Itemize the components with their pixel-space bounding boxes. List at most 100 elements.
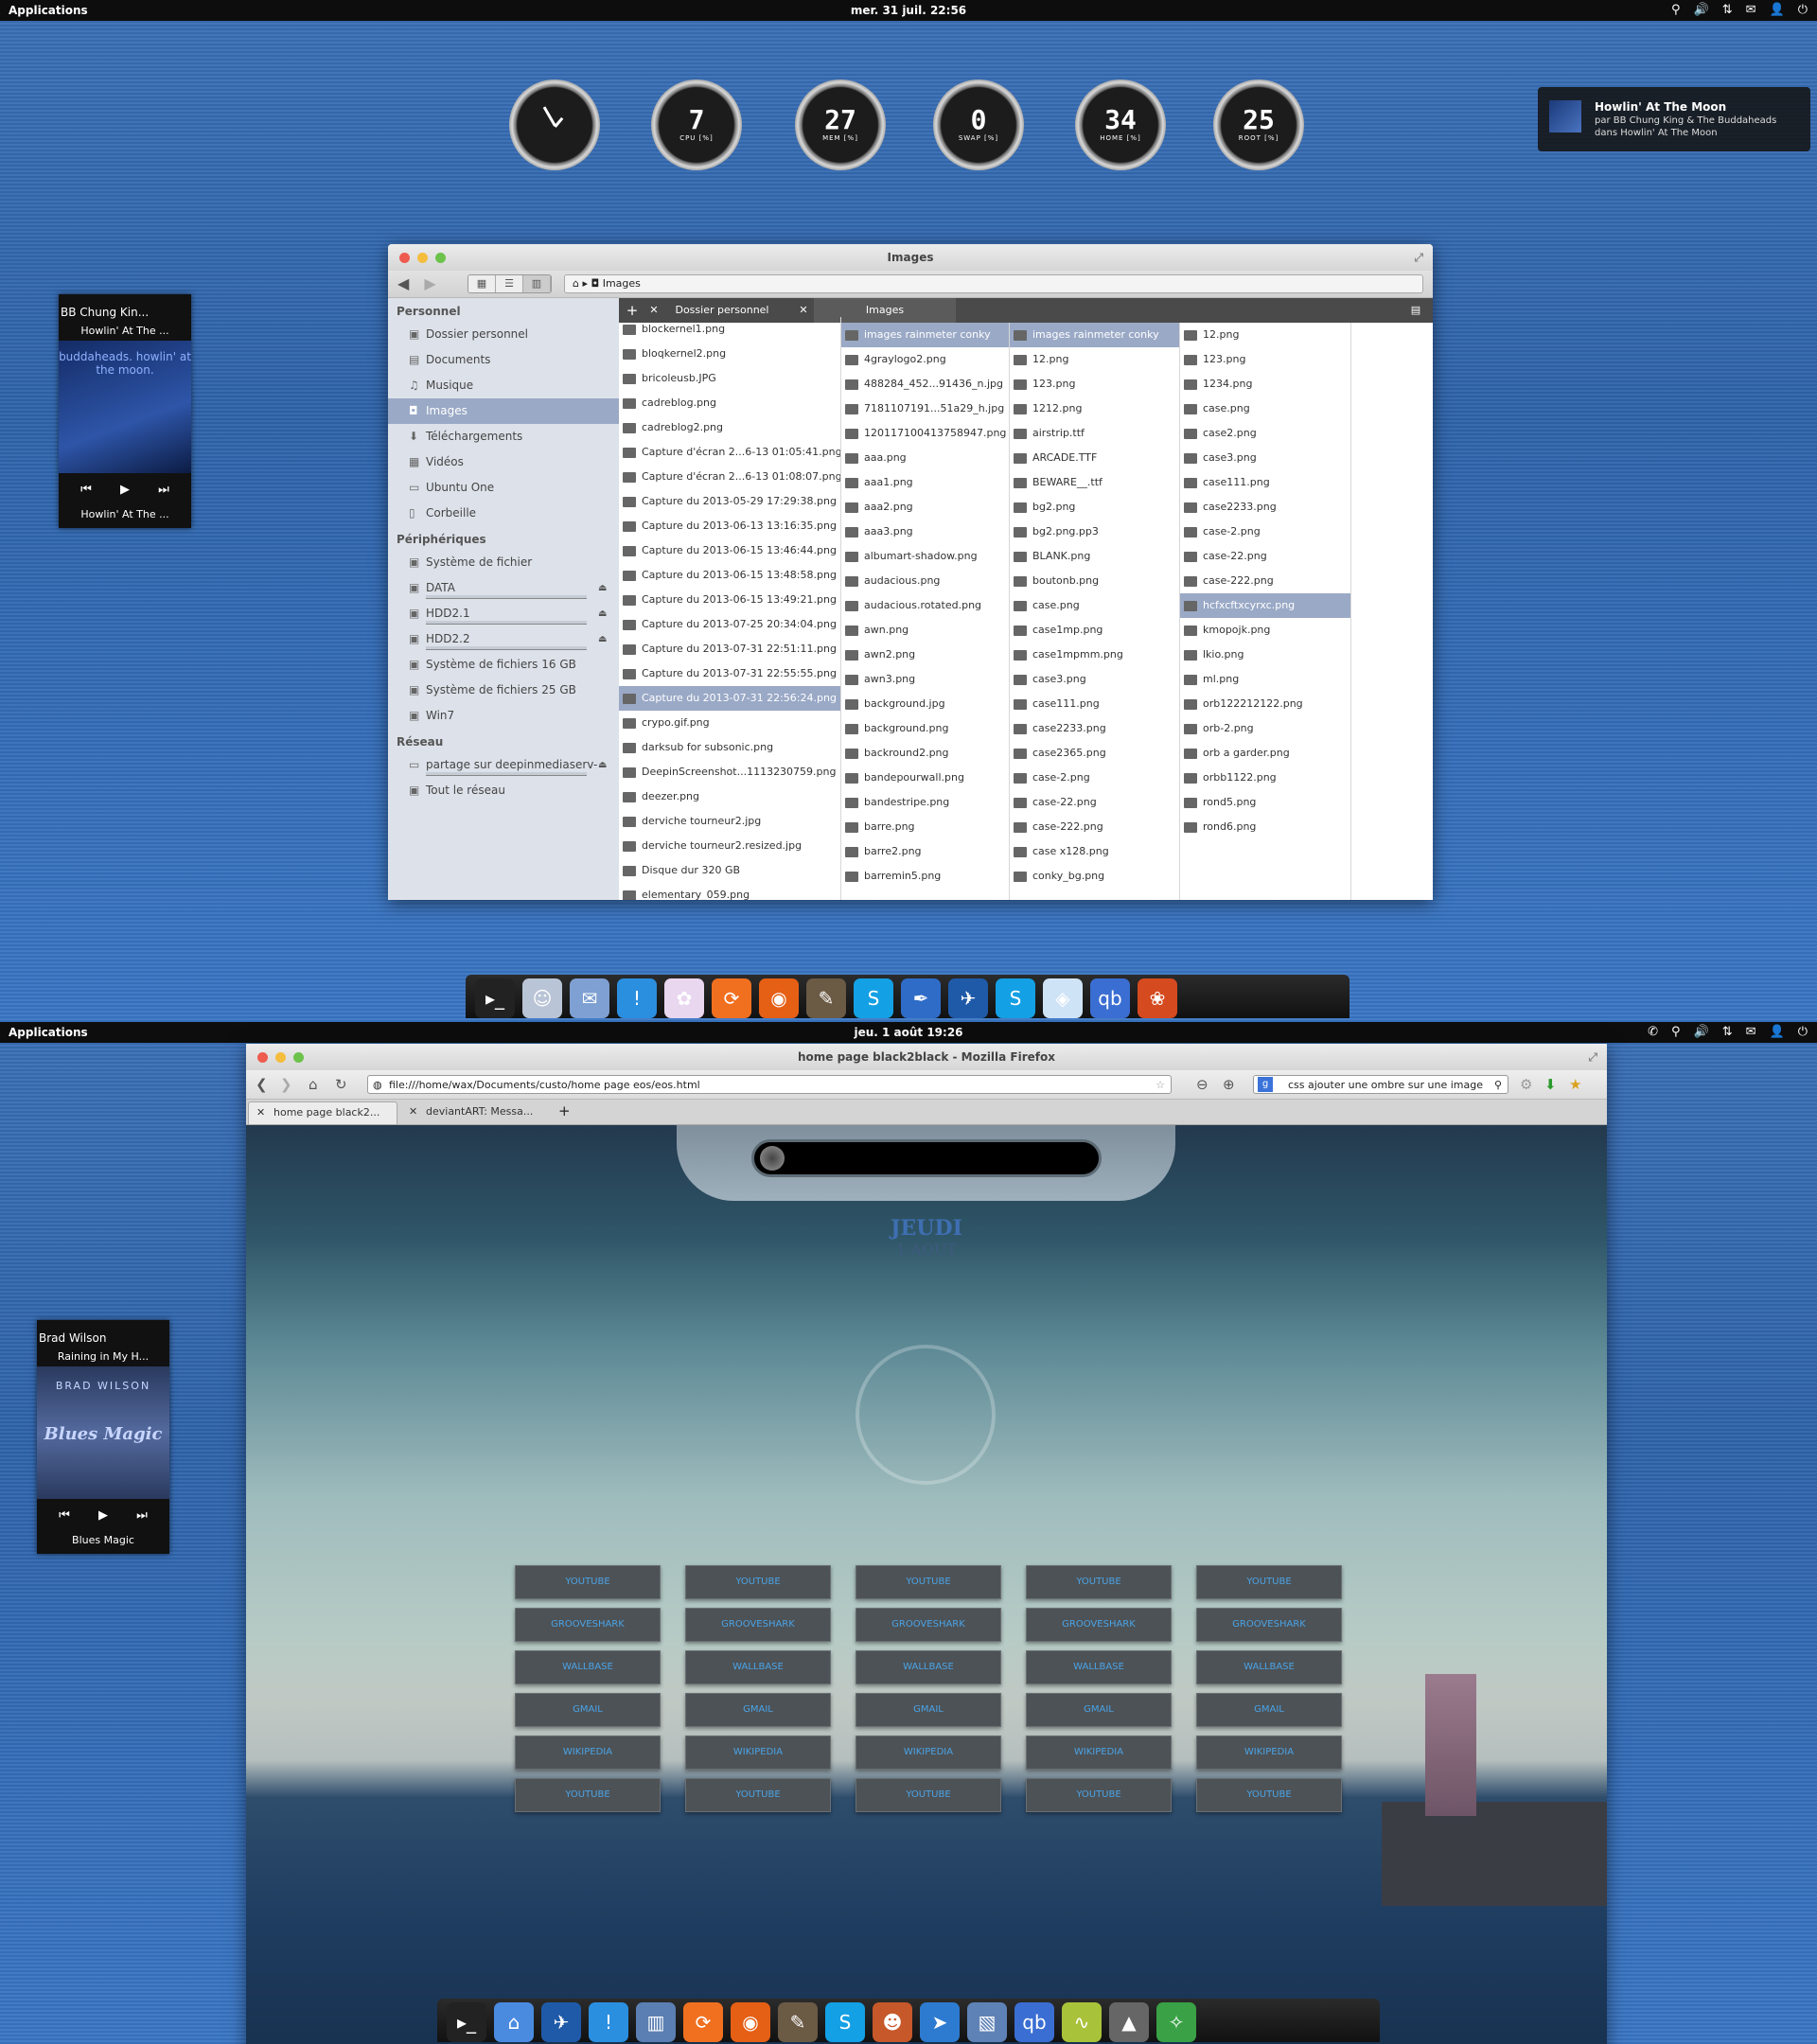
- link-button-gmail[interactable]: GMAIL: [685, 1693, 831, 1727]
- file-row[interactable]: case2.png: [1180, 421, 1350, 446]
- file-row[interactable]: Disque dur 320 GB: [619, 858, 840, 883]
- file-row[interactable]: ARCADE.TTF: [1010, 446, 1179, 470]
- chat-icon[interactable]: ✆: [1648, 1022, 1658, 1043]
- link-button-youtube[interactable]: YOUTUBE: [515, 1565, 661, 1599]
- file-row[interactable]: 123.png: [1180, 347, 1350, 372]
- tab-home-page[interactable]: ✕ home page black2...: [248, 1101, 397, 1124]
- back-icon[interactable]: ❮: [256, 1076, 268, 1093]
- sidebar-item-hdd2-2[interactable]: ▣ HDD2.2 ⏏: [388, 626, 619, 652]
- file-row[interactable]: audacious.png: [841, 569, 1009, 593]
- minimize-button[interactable]: [275, 1052, 286, 1063]
- file-row[interactable]: background.jpg: [841, 692, 1009, 716]
- file-row[interactable]: rond6.png: [1180, 815, 1350, 839]
- file-row[interactable]: Capture du 2013-06-15 13:48:58.png: [619, 563, 840, 588]
- tab-deviantart[interactable]: ✕ deviantART: Messa...: [401, 1101, 543, 1124]
- file-row[interactable]: Capture d'écran 2...6-13 01:08:07.png: [619, 465, 840, 489]
- file-row[interactable]: case x128.png: [1010, 839, 1179, 864]
- close-tab-icon[interactable]: ✕: [409, 1101, 417, 1122]
- link-button-youtube[interactable]: YOUTUBE: [685, 1565, 831, 1599]
- mail-icon[interactable]: ✉: [1746, 1022, 1756, 1043]
- file-row[interactable]: rond5.png: [1180, 790, 1350, 815]
- file-row[interactable]: case1mpmm.png: [1010, 643, 1179, 667]
- file-row[interactable]: Capture du 2013-06-13 13:16:35.png: [619, 514, 840, 538]
- close-tab-icon[interactable]: ✕: [256, 1102, 265, 1123]
- sidebar-item-filesystem[interactable]: ▣ Système de fichier: [388, 550, 619, 575]
- skype-icon[interactable]: S: [996, 978, 1035, 1018]
- link-button-wikipedia[interactable]: WIKIPEDIA: [1026, 1736, 1172, 1770]
- file-row[interactable]: case-222.png: [1180, 569, 1350, 593]
- file-row[interactable]: case2365.png: [1010, 741, 1179, 766]
- maximize-button[interactable]: [435, 253, 446, 263]
- file-row[interactable]: blockernel1.png: [619, 317, 840, 342]
- file-row[interactable]: albumart-shadow.png: [841, 544, 1009, 569]
- file-row[interactable]: crypo.gif.png: [619, 711, 840, 735]
- terminal-icon[interactable]: ▸_: [475, 978, 515, 1018]
- link-button-youtube[interactable]: YOUTUBE: [856, 1565, 1001, 1599]
- fullscreen-icon[interactable]: ⤢: [1414, 244, 1423, 271]
- sidebar-item-images[interactable]: ◘ Images: [388, 398, 619, 424]
- page-search-box[interactable]: [751, 1139, 1102, 1177]
- file-row[interactable]: 1234.png: [1180, 372, 1350, 396]
- file-row[interactable]: Capture du 2013-07-25 20:34:04.png: [619, 612, 840, 637]
- chat-bubble-icon[interactable]: !: [589, 2002, 628, 2042]
- icon-view-button[interactable]: ▦: [468, 275, 496, 292]
- file-row[interactable]: bricoleusb.JPG: [619, 366, 840, 391]
- bookmarks-star-icon[interactable]: ★: [1569, 1076, 1581, 1093]
- file-row[interactable]: case-222.png: [1010, 815, 1179, 839]
- shotwell-icon[interactable]: ❀: [1138, 978, 1177, 1018]
- volume-icon[interactable]: 🔊: [1694, 0, 1709, 21]
- file-row[interactable]: case-2.png: [1180, 520, 1350, 544]
- file-row[interactable]: cadreblog.png: [619, 391, 840, 415]
- google-icon[interactable]: g: [1258, 1077, 1273, 1092]
- home-icon[interactable]: ⌂: [573, 277, 579, 290]
- gimp-icon[interactable]: ✎: [806, 978, 846, 1018]
- file-row[interactable]: bg2.png: [1010, 495, 1179, 520]
- sidebar-item-downloads[interactable]: ⬇ Téléchargements: [388, 424, 619, 449]
- file-row[interactable]: 1212.png: [1010, 396, 1179, 421]
- file-row[interactable]: backround2.png: [841, 741, 1009, 766]
- file-row[interactable]: barre2.png: [841, 839, 1009, 864]
- previous-icon[interactable]: ⏮: [59, 1508, 70, 1523]
- thunderbird-icon[interactable]: ✈: [948, 978, 988, 1018]
- panel-clock[interactable]: jeu. 1 août 19:26: [0, 1022, 1817, 1043]
- bookmark-star-icon[interactable]: ☆: [1155, 1076, 1165, 1095]
- file-row[interactable]: 488284_452...91436_n.jpg: [841, 372, 1009, 396]
- eject-icon[interactable]: ⏏: [598, 601, 607, 626]
- firefox-icon[interactable]: ◉: [731, 2002, 770, 2042]
- link-button-wikipedia[interactable]: WIKIPEDIA: [515, 1736, 661, 1770]
- search-icon[interactable]: ⚲: [1494, 1076, 1502, 1095]
- play-icon[interactable]: ▶: [98, 1508, 108, 1523]
- file-row[interactable]: Capture du 2013-05-29 17:29:38.png: [619, 489, 840, 514]
- file-row[interactable]: awn.png: [841, 618, 1009, 643]
- file-row[interactable]: 12.png: [1010, 347, 1179, 372]
- file-row[interactable]: kmopojk.png: [1180, 618, 1350, 643]
- file-row[interactable]: images rainmeter conky: [1010, 323, 1179, 347]
- close-button[interactable]: [257, 1052, 268, 1063]
- back-icon[interactable]: ◀: [397, 274, 409, 292]
- power-icon[interactable]: ⏻: [1798, 1022, 1808, 1043]
- link-button-wikipedia[interactable]: WIKIPEDIA: [685, 1736, 831, 1770]
- file-row[interactable]: case3.png: [1180, 446, 1350, 470]
- file-row[interactable]: derviche tourneur2.resized.jpg: [619, 834, 840, 858]
- link-button-youtube[interactable]: YOUTUBE: [856, 1778, 1001, 1812]
- finder-icon[interactable]: ☺: [522, 978, 562, 1018]
- file-row[interactable]: case.png: [1180, 396, 1350, 421]
- link-button-gmail[interactable]: GMAIL: [856, 1693, 1001, 1727]
- mail-icon[interactable]: ✉: [1746, 0, 1756, 21]
- zoom-out-icon[interactable]: ⊖: [1196, 1076, 1208, 1093]
- forward-icon[interactable]: ❯: [280, 1076, 292, 1093]
- files-icon[interactable]: ▥: [636, 2002, 676, 2042]
- link-button-youtube[interactable]: YOUTUBE: [685, 1778, 831, 1812]
- link-button-grooveshark[interactable]: GROOVESHARK: [856, 1608, 1001, 1642]
- list-view-button[interactable]: ☰: [496, 275, 523, 292]
- link-button-youtube[interactable]: YOUTUBE: [1196, 1778, 1342, 1812]
- file-manager-titlebar[interactable]: Images ⤢: [388, 244, 1433, 271]
- link-button-grooveshark[interactable]: GROOVESHARK: [685, 1608, 831, 1642]
- link-button-wikipedia[interactable]: WIKIPEDIA: [1196, 1736, 1342, 1770]
- sidebar-item-ubuntu-one[interactable]: ▭ Ubuntu One: [388, 475, 619, 501]
- file-row[interactable]: DeepinScreenshot...1113230759.png: [619, 760, 840, 784]
- terminal-icon[interactable]: ▸_: [447, 2002, 486, 2042]
- sidebar-item-hdd2-1[interactable]: ▣ HDD2.1 ⏏: [388, 601, 619, 626]
- firefox-titlebar[interactable]: home page black2black - Mozilla Firefox …: [246, 1044, 1607, 1070]
- eject-icon[interactable]: ⏏: [598, 626, 607, 652]
